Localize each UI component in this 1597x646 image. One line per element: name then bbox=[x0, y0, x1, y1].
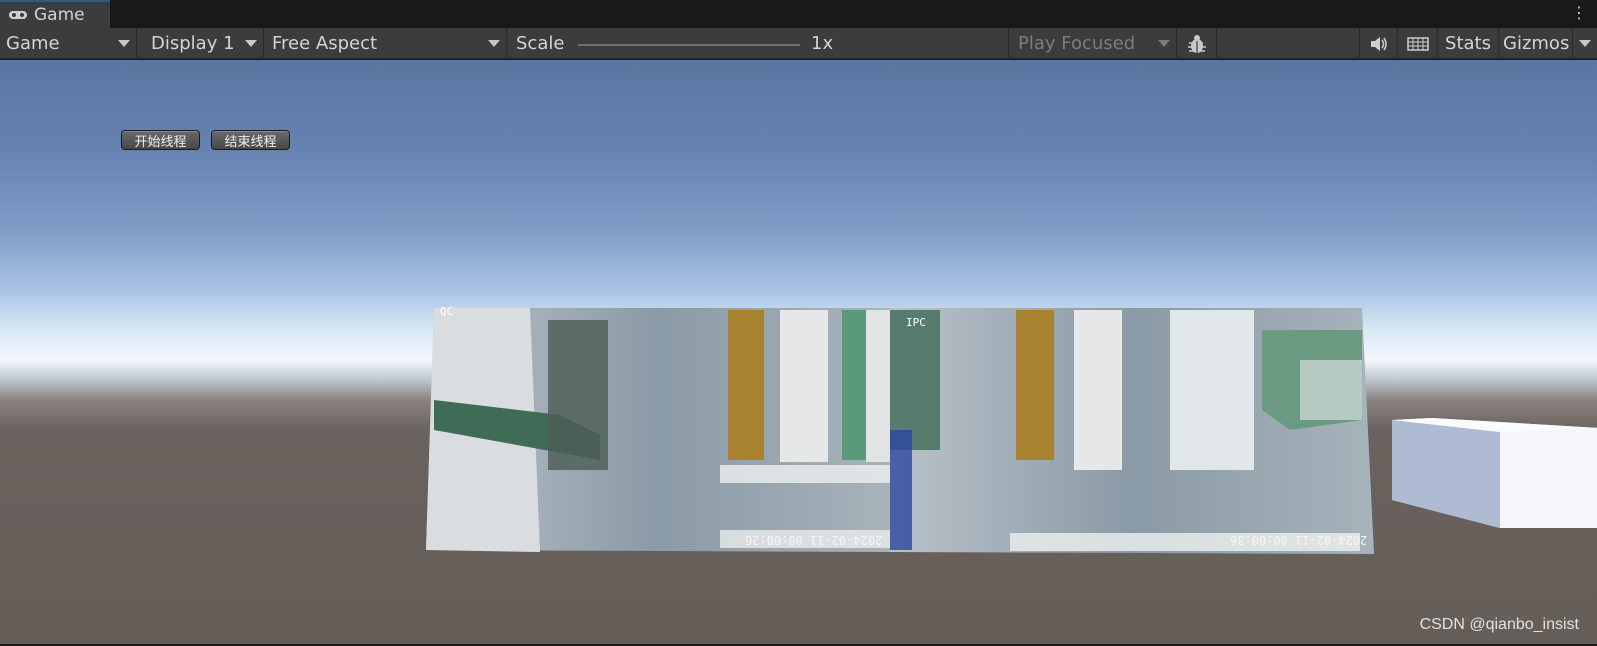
gamepad-icon bbox=[8, 9, 28, 21]
scale-slider[interactable] bbox=[578, 44, 800, 46]
camera-left-timestamp: 2024-02-11 00:00:26 bbox=[745, 533, 883, 547]
chevron-down-icon bbox=[118, 40, 130, 47]
stop-thread-button[interactable]: 结束线程 bbox=[211, 130, 290, 150]
chevron-down-icon bbox=[245, 40, 257, 47]
kebab-icon[interactable]: ⋮ bbox=[1571, 4, 1587, 22]
start-thread-button[interactable]: 开始线程 bbox=[121, 130, 200, 150]
tab-game[interactable]: Game bbox=[0, 0, 110, 28]
chevron-down-icon bbox=[1158, 40, 1170, 47]
gizmos-button[interactable]: Gizmos bbox=[1499, 28, 1573, 59]
scale-value: 1x bbox=[811, 33, 834, 54]
play-mode-dropdown[interactable]: Play Focused bbox=[1009, 28, 1177, 59]
tab-bar: Game ⋮ bbox=[0, 0, 1597, 28]
debug-button[interactable] bbox=[1177, 28, 1217, 59]
gizmos-label: Gizmos bbox=[1503, 33, 1570, 54]
speaker-icon bbox=[1370, 36, 1387, 51]
audio-button[interactable] bbox=[1360, 28, 1398, 59]
stats-button[interactable]: Stats bbox=[1438, 28, 1499, 59]
view-dropdown-label: Game bbox=[6, 33, 60, 54]
chevron-down-icon bbox=[1579, 40, 1591, 47]
camera-right-label: IPC bbox=[906, 316, 926, 329]
stats-label: Stats bbox=[1445, 33, 1491, 54]
aspect-dropdown[interactable]: Free Aspect bbox=[264, 28, 507, 59]
camera-right-timestamp: 2024-02-11 00:00:36 bbox=[1230, 533, 1368, 547]
display-dropdown[interactable]: Display 1 bbox=[137, 28, 264, 59]
display-dropdown-label: Display 1 bbox=[151, 33, 235, 54]
scale-label: Scale bbox=[516, 33, 565, 54]
toolbar-spacer bbox=[1217, 28, 1360, 59]
bug-icon bbox=[1187, 34, 1206, 53]
tab-game-label: Game bbox=[34, 5, 85, 25]
camera-left-label: QC bbox=[440, 305, 454, 318]
keyboard-button[interactable] bbox=[1398, 28, 1438, 59]
game-view[interactable]: 开始线程 结束线程 bbox=[0, 60, 1597, 646]
watermark: CSDN @qianbo_insist bbox=[1419, 616, 1579, 633]
aspect-dropdown-label: Free Aspect bbox=[272, 33, 378, 54]
keyboard-icon bbox=[1406, 36, 1429, 51]
gizmos-dropdown[interactable] bbox=[1573, 28, 1597, 59]
chevron-down-icon bbox=[488, 40, 500, 47]
play-mode-label: Play Focused bbox=[1018, 33, 1136, 54]
view-dropdown[interactable]: Game bbox=[0, 28, 137, 59]
